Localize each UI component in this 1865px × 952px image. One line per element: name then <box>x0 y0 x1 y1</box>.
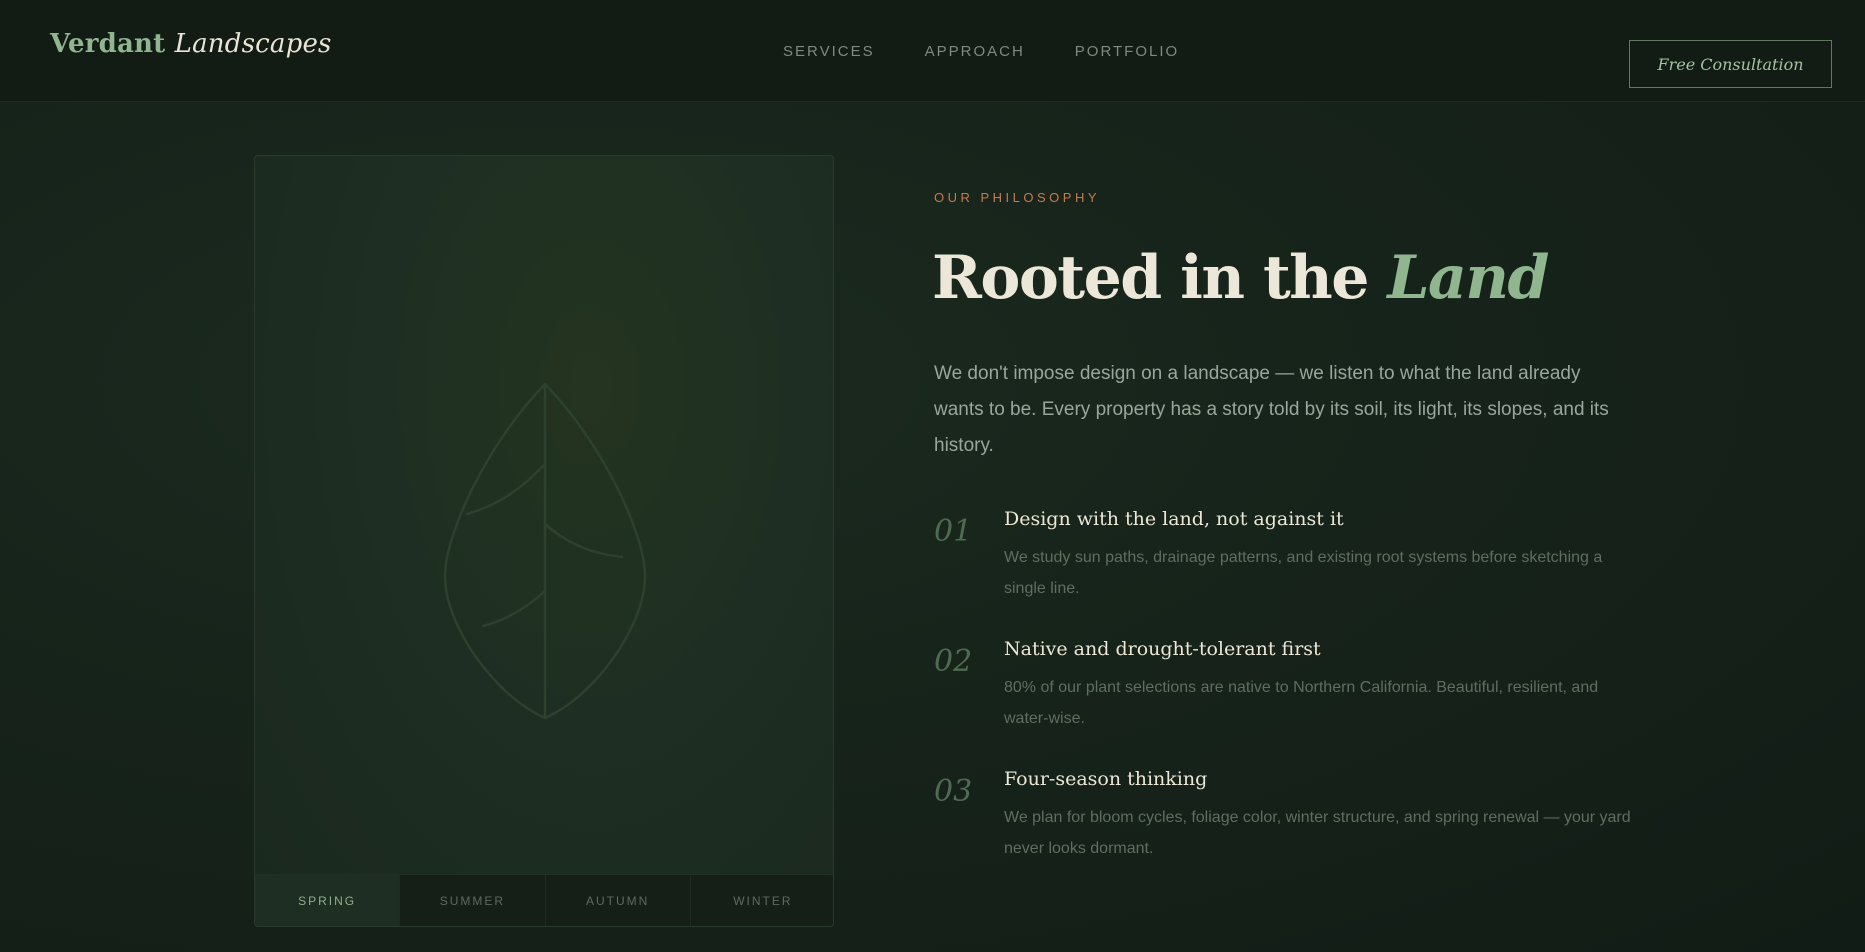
card-visual <box>255 156 833 876</box>
principle-description: We study sun paths, drainage patterns, a… <box>1004 549 1603 597</box>
principle-title: Native and drought-tolerant first <box>1004 638 1321 660</box>
principle-number: 02 <box>934 644 973 679</box>
site-header: Verdant Landscapes SERVICES APPROACH POR… <box>0 0 1865 102</box>
brand-name-italic: Landscapes <box>174 29 332 59</box>
tab-summer[interactable]: SUMMER <box>400 875 546 926</box>
principle-title: Design with the land, not against it <box>1004 508 1344 530</box>
tab-winter[interactable]: WINTER <box>690 875 833 926</box>
section-intro: We don't impose design on a landscape — … <box>934 363 1609 456</box>
season-tabs: SPRING SUMMER AUTUMN WINTER <box>255 874 833 926</box>
heading-accent: Land <box>1387 243 1549 313</box>
section-heading: Rooted in the Land <box>932 238 1549 318</box>
tab-autumn[interactable]: AUTUMN <box>545 875 691 926</box>
heading-main: Rooted in the <box>932 243 1388 313</box>
principles-list: 01 Design with the land, not against it … <box>934 506 1634 896</box>
principle-item: 03 Four-season thinking We plan for bloo… <box>934 766 1634 896</box>
principle-item: 02 Native and drought-tolerant first 80%… <box>934 636 1634 766</box>
tab-spring[interactable]: SPRING <box>255 875 401 926</box>
free-consultation-button[interactable]: Free Consultation <box>1629 40 1832 88</box>
nav-link-services[interactable]: SERVICES <box>783 43 875 60</box>
principle-title: Four-season thinking <box>1004 768 1208 790</box>
nav-link-approach[interactable]: APPROACH <box>925 43 1025 60</box>
principle-description: 80% of our plant selections are native t… <box>1004 679 1599 727</box>
brand-name-bold: Verdant <box>50 29 166 59</box>
brand-logo[interactable]: Verdant Landscapes <box>50 24 332 64</box>
main-nav: SERVICES APPROACH PORTFOLIO <box>783 0 1179 102</box>
season-image-card: SPRING SUMMER AUTUMN WINTER <box>254 155 834 927</box>
principle-number: 03 <box>934 774 973 809</box>
leaf-icon <box>443 382 647 720</box>
principle-number: 01 <box>934 514 973 549</box>
nav-link-portfolio[interactable]: PORTFOLIO <box>1075 43 1179 60</box>
section-eyebrow: OUR PHILOSOPHY <box>934 190 1101 205</box>
principle-item: 01 Design with the land, not against it … <box>934 506 1634 636</box>
principle-description: We plan for bloom cycles, foliage color,… <box>1004 809 1631 857</box>
